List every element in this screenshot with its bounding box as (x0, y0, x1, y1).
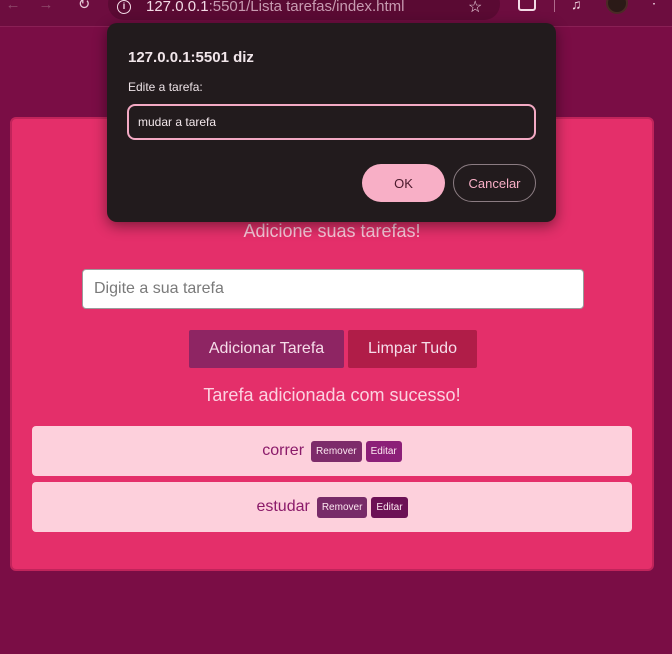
clear-all-button[interactable]: Limpar Tudo (348, 330, 477, 368)
ok-button[interactable]: OK (362, 164, 445, 202)
reload-icon[interactable]: ↻ (74, 0, 94, 14)
url-path: :5501/Lista tarefas/index.html (208, 0, 405, 15)
extensions-icon[interactable] (518, 0, 536, 11)
site-info-icon[interactable]: i (117, 0, 131, 14)
address-bar[interactable]: i 127.0.0.1:5501/Lista tarefas/index.htm… (108, 0, 500, 20)
page-subtitle: Adicione suas tarefas! (243, 221, 421, 241)
status-message: Tarefa adicionada com sucesso! (203, 385, 461, 405)
cancel-button[interactable]: Cancelar (453, 164, 536, 202)
remove-task-button[interactable]: Remover (316, 496, 368, 518)
back-arrow-icon[interactable]: ← (3, 0, 23, 14)
remove-task-button[interactable]: Remover (311, 440, 362, 462)
address-url: 127.0.0.1:5501/Lista tarefas/index.html (146, 0, 405, 15)
dialog-input[interactable] (127, 104, 536, 140)
task-input[interactable] (82, 269, 584, 309)
dialog-message: Edite a tarefa: (128, 80, 203, 94)
task-name: correr (262, 442, 305, 459)
forward-arrow-icon[interactable]: → (36, 0, 56, 14)
dialog-title: 127.0.0.1:5501 diz (128, 49, 254, 66)
url-host: 127.0.0.1 (146, 0, 209, 15)
task-name: estudar (256, 498, 310, 515)
profile-avatar[interactable] (606, 0, 628, 14)
edit-task-button[interactable]: Editar (365, 440, 402, 462)
toolbar-divider (554, 0, 555, 12)
browser-menu-icon[interactable]: ⋮ (647, 0, 661, 5)
add-task-button[interactable]: Adicionar Tarefa (189, 330, 344, 368)
prompt-dialog: 127.0.0.1:5501 diz Edite a tarefa: OK Ca… (107, 23, 556, 222)
task-item: correr Remover Editar (32, 426, 632, 476)
bookmark-star-icon[interactable]: ☆ (468, 0, 482, 17)
task-item: estudar Remover Editar (32, 482, 632, 532)
media-control-icon[interactable]: ♫ (571, 0, 582, 12)
edit-task-button[interactable]: Editar (371, 496, 408, 518)
